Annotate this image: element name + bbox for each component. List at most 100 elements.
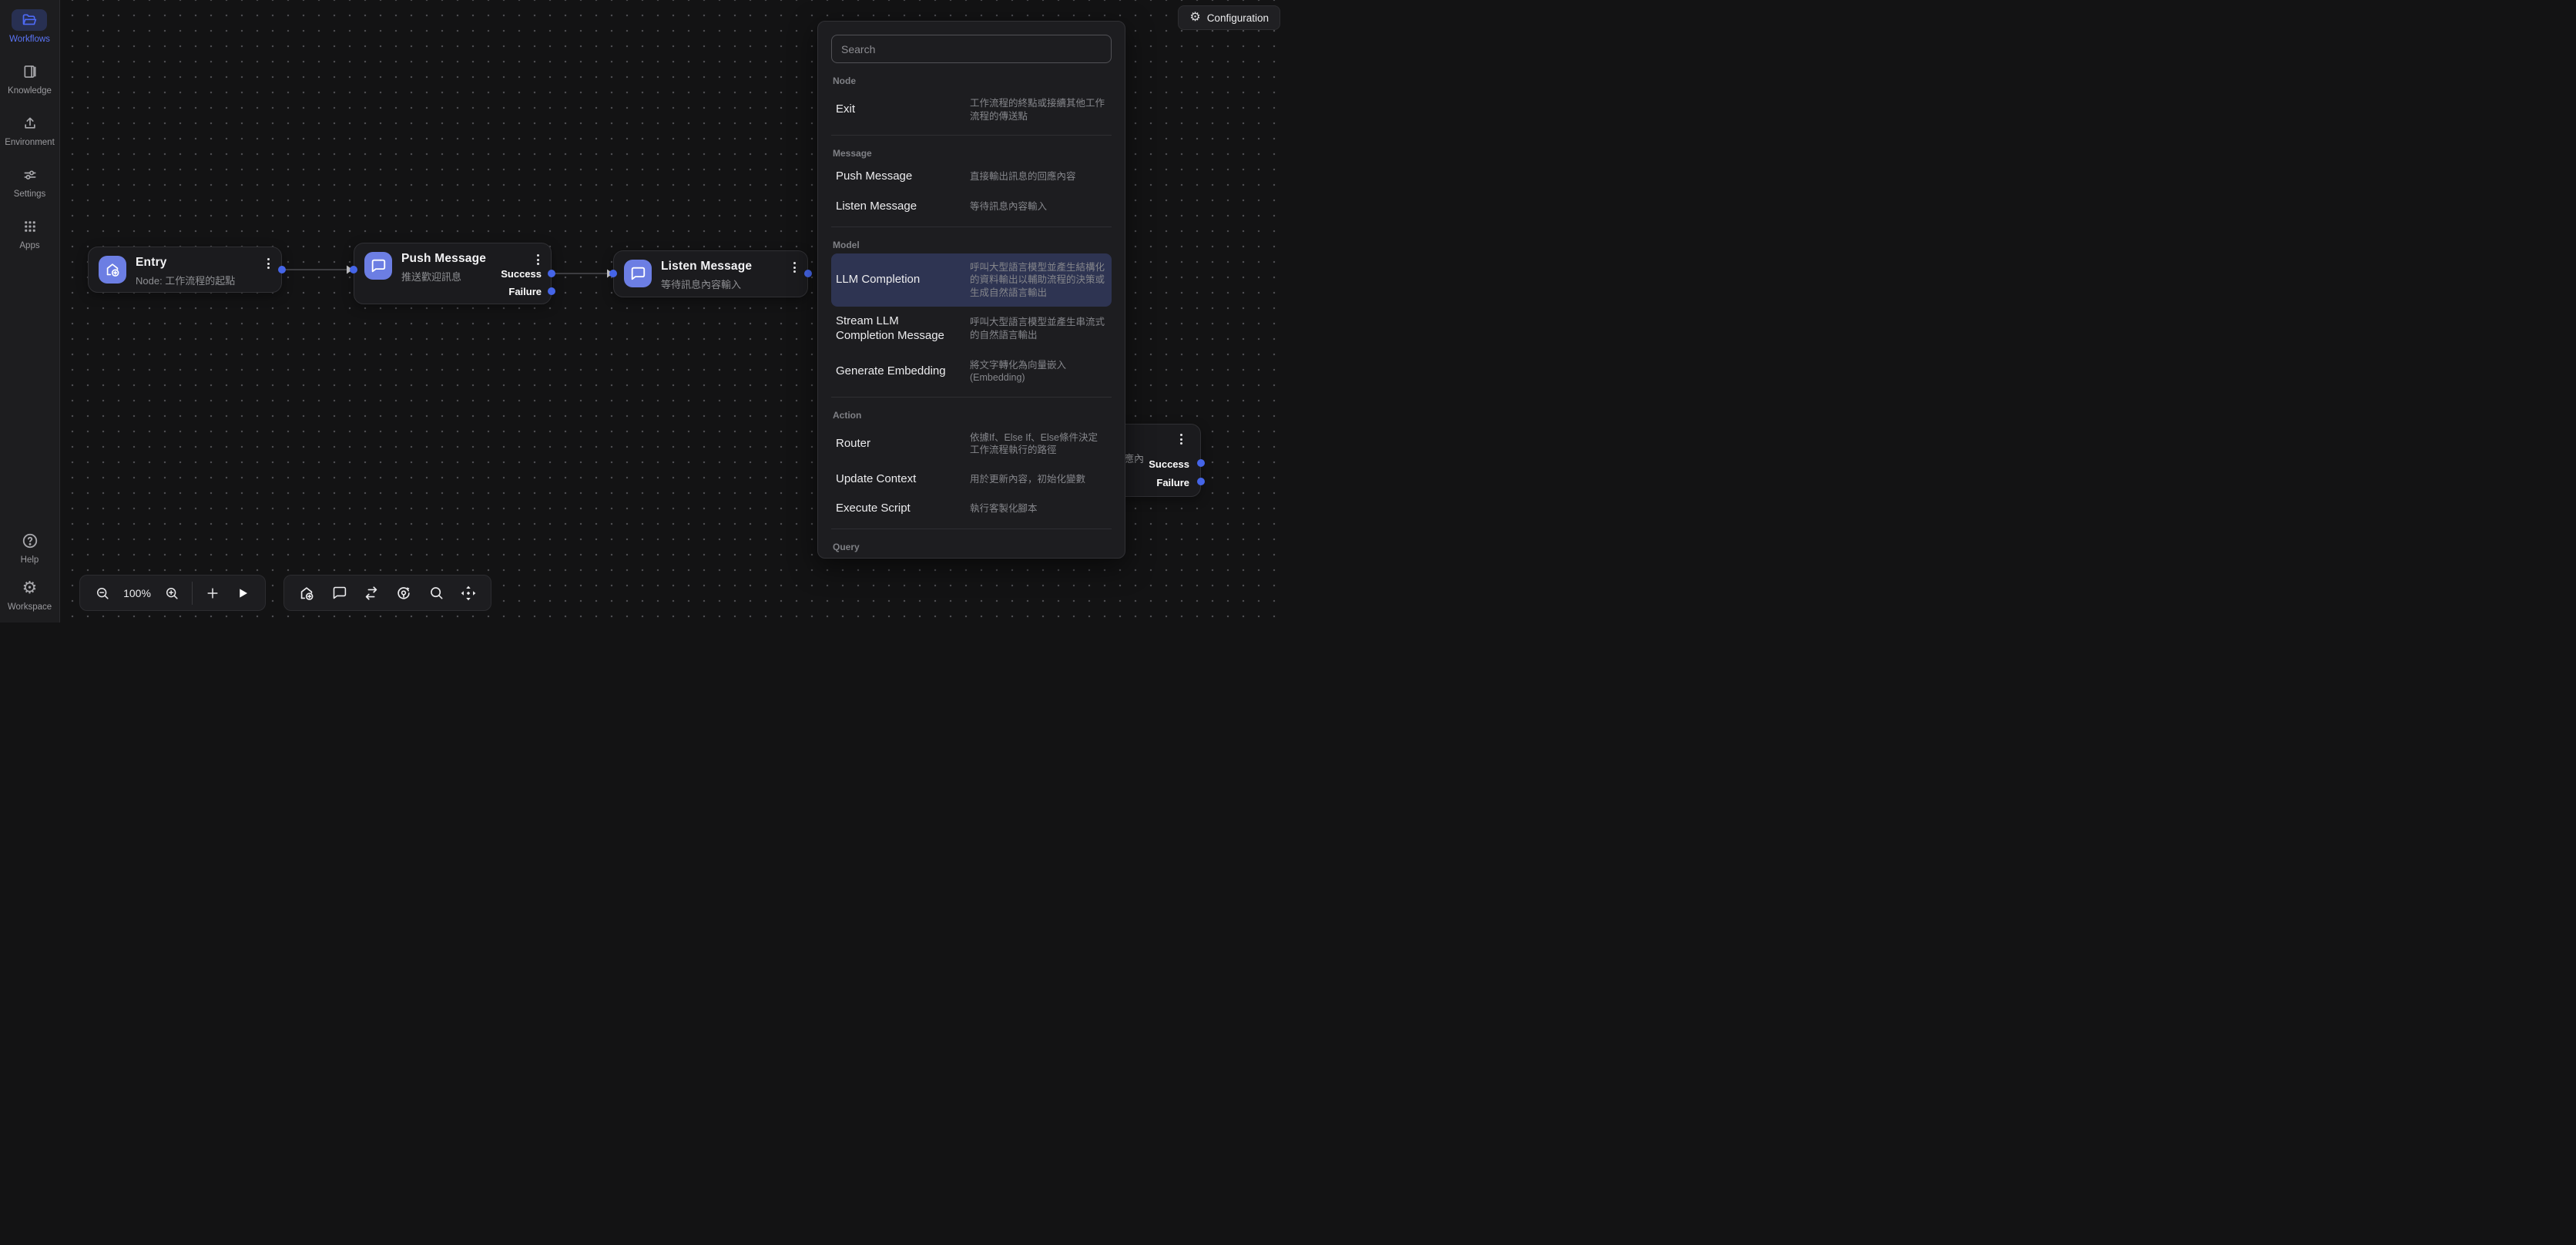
- swap-arrows-icon: [363, 585, 380, 602]
- node-subtitle: Node: 工作流程的起點: [136, 273, 235, 287]
- panel-item-label: Update Context: [836, 472, 959, 487]
- panel-item-label: Execute Script: [836, 502, 959, 516]
- edge-arrowhead: [607, 270, 613, 278]
- add-node-button[interactable]: [203, 579, 223, 608]
- sidebar-item-label: Settings: [14, 190, 46, 199]
- panel-item-execute-script[interactable]: Execute Script 執行客製化腳本: [831, 494, 1112, 524]
- search-canvas-button[interactable]: [421, 579, 451, 608]
- sidebar: Workflows Knowledge Environment: [0, 0, 60, 622]
- sidebar-item-label: Apps: [19, 241, 39, 250]
- node-listen-message[interactable]: Listen Message 等待訊息內容輸入: [613, 250, 808, 297]
- sidebar-item-settings[interactable]: Settings: [12, 164, 48, 199]
- output-label-success: Success: [501, 268, 542, 280]
- sidebar-item-workspace[interactable]: ⚙ Workspace: [8, 577, 52, 612]
- panel-section-message: Message: [833, 148, 1110, 159]
- panel-item-label: Stream LLM Completion Message: [836, 314, 959, 344]
- gear-icon: ⚙: [1189, 12, 1200, 24]
- panel-item-router[interactable]: Router 依據If、Else If、Else條件決定工作流程執行的路徑: [831, 424, 1112, 465]
- panel-item-description: 依據If、Else If、Else條件決定工作流程執行的路徑: [970, 431, 1107, 457]
- move-icon: [460, 585, 477, 602]
- upload-icon: [12, 112, 48, 134]
- edge-arrowhead: [347, 266, 353, 274]
- zoom-in-button[interactable]: [162, 579, 182, 608]
- swap-connection-button[interactable]: [357, 579, 386, 608]
- sidebar-item-help[interactable]: Help: [12, 530, 48, 565]
- panel-item-description: 呼叫大型語言模型並產生結構化的資料輸出以輔助流程的決策或生成自然語言輸出: [970, 261, 1107, 300]
- sidebar-item-label: Workspace: [8, 602, 52, 612]
- add-entry-node-button[interactable]: [292, 579, 321, 608]
- panel-item-llm-completion[interactable]: LLM Completion 呼叫大型語言模型並產生結構化的資料輸出以輔助流程的…: [831, 253, 1112, 307]
- panel-item-push-message[interactable]: Push Message 直接輸出訊息的回應內容: [831, 162, 1112, 192]
- node-menu-button[interactable]: [265, 256, 272, 271]
- panel-item-description: 將文字轉化為向量嵌入(Embedding): [970, 359, 1107, 384]
- zoom-out-button[interactable]: [92, 579, 112, 608]
- sidebar-item-knowledge[interactable]: Knowledge: [8, 61, 52, 96]
- node-push-message[interactable]: Push Message 推送歡迎訊息 Success Failure: [354, 243, 552, 304]
- sidebar-item-workflows[interactable]: Workflows: [9, 9, 50, 44]
- configuration-button[interactable]: ⚙ Configuration: [1178, 5, 1280, 30]
- output-label-success: Success: [1149, 458, 1189, 470]
- sidebar-item-label: Knowledge: [8, 86, 52, 96]
- panel-item-generate-embedding[interactable]: Generate Embedding 將文字轉化為向量嵌入(Embedding): [831, 351, 1112, 392]
- node-title: Listen Message: [661, 260, 752, 273]
- node-menu-button[interactable]: [791, 260, 798, 275]
- node-picker-panel: Node Exit 工作流程的終點或接續其他工作流程的傳送點 Message P…: [817, 21, 1125, 559]
- panel-item-sql[interactable]: SQL 查詢資料庫: [831, 555, 1112, 559]
- panel-item-description: 呼叫大型語言模型並產生串流式的自然語言輸出: [970, 316, 1107, 341]
- search-icon: [428, 585, 444, 601]
- node-subtitle: 等待訊息內容輸入: [661, 277, 752, 291]
- run-workflow-button[interactable]: [233, 579, 253, 608]
- tools-toolbar: [283, 575, 491, 611]
- configuration-label: Configuration: [1207, 12, 1269, 24]
- panel-section-model: Model: [833, 240, 1110, 250]
- chat-bubble-icon: [624, 260, 652, 287]
- panel-item-stream-llm-completion-message[interactable]: Stream LLM Completion Message 呼叫大型語言模型並產…: [831, 307, 1112, 351]
- panel-item-description: 直接輸出訊息的回應內容: [970, 170, 1107, 183]
- pan-move-button[interactable]: [454, 579, 483, 608]
- panel-item-label: Exit: [836, 102, 959, 117]
- sliders-icon: [12, 164, 48, 186]
- toolbar-divider: [192, 582, 193, 605]
- node-menu-button[interactable]: [535, 252, 542, 267]
- node-entry[interactable]: Entry Node: 工作流程的起點: [88, 247, 282, 293]
- sidebar-bottom: Help ⚙ Workspace: [8, 530, 52, 612]
- node-title: Entry: [136, 256, 235, 270]
- output-label-failure: Failure: [508, 286, 542, 297]
- apps-grid-icon: [12, 216, 48, 237]
- panel-divider: [831, 135, 1112, 136]
- panel-item-exit[interactable]: Exit 工作流程的終點或接續其他工作流程的傳送點: [831, 89, 1112, 130]
- chat-bubble-icon: [331, 585, 347, 601]
- plus-icon: [205, 586, 220, 601]
- node-title: Push Message: [401, 252, 486, 266]
- panel-item-description: 等待訊息內容輸入: [970, 200, 1107, 213]
- node-menu-button[interactable]: [1178, 431, 1185, 447]
- node-subtitle-fragment: 應內: [1124, 451, 1144, 465]
- add-message-node-button[interactable]: [324, 579, 354, 608]
- panel-section-action: Action: [833, 410, 1110, 421]
- zoom-in-icon: [164, 586, 179, 601]
- panel-item-label: Generate Embedding: [836, 364, 959, 379]
- zoom-toolbar: 100%: [79, 575, 266, 611]
- sidebar-item-label: Environment: [5, 138, 55, 147]
- search-input[interactable]: [831, 35, 1112, 63]
- panel-item-description: 執行客製化腳本: [970, 502, 1107, 515]
- panel-divider: [831, 397, 1112, 398]
- folder-open-icon: [12, 9, 47, 31]
- house-plus-icon: [298, 585, 315, 602]
- auto-suggest-button[interactable]: [389, 579, 418, 608]
- help-circle-icon: [12, 530, 48, 552]
- workflow-canvas[interactable]: Entry Node: 工作流程的起點 Push Message 推送歡迎訊息: [60, 0, 1288, 622]
- zoom-level-label: 100%: [122, 587, 152, 599]
- sidebar-item-environment[interactable]: Environment: [5, 112, 55, 147]
- panel-item-description: 工作流程的終點或接續其他工作流程的傳送點: [970, 97, 1107, 122]
- panel-section-node: Node: [833, 76, 1110, 86]
- panel-item-label: Push Message: [836, 169, 959, 184]
- panel-item-update-context[interactable]: Update Context 用於更新內容，初始化變數: [831, 465, 1112, 495]
- panel-item-description: 用於更新內容，初始化變數: [970, 473, 1107, 486]
- lightbulb-refresh-icon: [395, 585, 412, 602]
- sidebar-item-apps[interactable]: Apps: [12, 216, 48, 250]
- book-icon: [12, 61, 48, 82]
- panel-item-listen-message[interactable]: Listen Message 等待訊息內容輸入: [831, 192, 1112, 222]
- panel-item-label: Router: [836, 437, 959, 451]
- sidebar-item-label: Workflows: [9, 35, 50, 44]
